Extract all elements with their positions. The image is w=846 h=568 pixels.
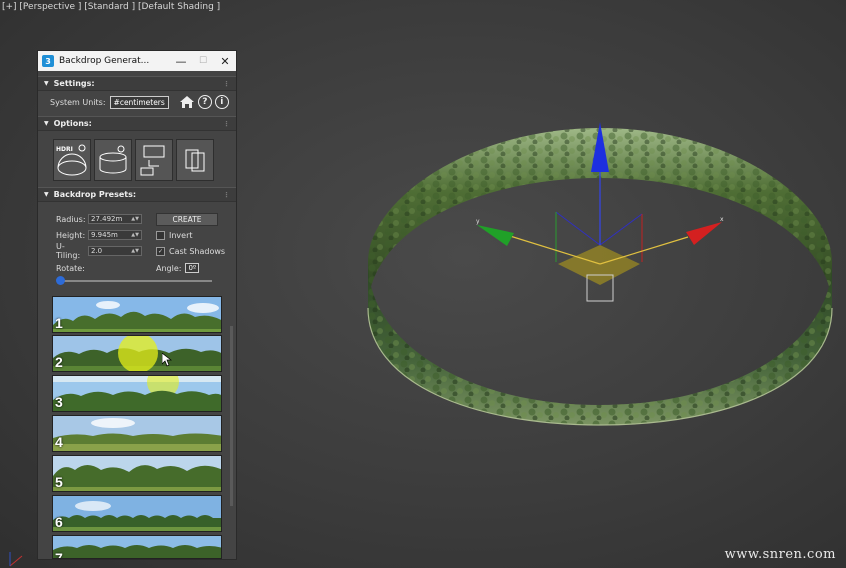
title-bar[interactable]: 3 Backdrop Generat... — ☐ ✕ [38, 51, 236, 71]
height-label: Height: [56, 230, 86, 240]
window-title: Backdrop Generat... [59, 56, 150, 66]
y-axis-label: y [476, 218, 480, 225]
backdrop-presets-header[interactable]: ▼ Backdrop Presets: ⋮ [38, 187, 236, 202]
presets-scrollbar[interactable] [230, 326, 233, 506]
height-value: 9.945m [91, 231, 118, 239]
radius-value: 27.492m [91, 215, 123, 223]
settings-title: Settings: [53, 79, 95, 88]
mouse-cursor-icon [162, 353, 172, 367]
utiling-label: U-Tiling: [56, 242, 81, 260]
grip-icon: ⋮ [223, 79, 230, 88]
spinner-arrows-icon[interactable]: ▲▼ [131, 248, 139, 254]
backdrop-generator-panel: 3 Backdrop Generat... — ☐ ✕ ▼ Settings: … [37, 50, 237, 560]
settings-header[interactable]: ▼ Settings: ⋮ [38, 76, 236, 91]
image-plane-option-button[interactable] [176, 139, 214, 181]
watermark: www.snren.com [724, 547, 836, 562]
hdri-option-button[interactable]: HDRI [53, 139, 91, 181]
radius-label: Radius: [56, 214, 86, 224]
world-axis-tripod [9, 552, 23, 567]
grip-icon: ⋮ [223, 119, 230, 128]
cast-shadows-checkbox[interactable]: ✓ [156, 246, 165, 256]
close-button[interactable]: ✕ [214, 55, 236, 68]
x-axis-label: x [720, 216, 724, 223]
invert-label: Invert [169, 230, 193, 240]
rotate-slider-knob[interactable] [56, 276, 65, 285]
radius-spinner[interactable]: 27.492m ▲▼ [88, 214, 142, 224]
height-spinner[interactable]: 9.945m ▲▼ [88, 230, 142, 240]
hdri-label: HDRI [56, 146, 73, 153]
utiling-spinner[interactable]: 2.0 ▲▼ [88, 246, 142, 256]
system-units-field[interactable]: #centimeters [109, 95, 169, 109]
rotate-label: Rotate: [56, 263, 85, 273]
help-icon[interactable]: ? [197, 95, 212, 109]
options-header[interactable]: ▼ Options: ⋮ [38, 116, 236, 131]
collapse-triangle-icon: ▼ [44, 120, 49, 127]
cast-shadows-label: Cast Shadows [169, 246, 226, 256]
spinner-arrows-icon[interactable]: ▲▼ [131, 216, 139, 222]
utiling-value: 2.0 [91, 247, 103, 255]
home-icon[interactable] [179, 95, 195, 109]
grip-icon: ⋮ [223, 190, 230, 199]
options-title: Options: [53, 119, 92, 128]
create-button[interactable]: CREATE [156, 212, 218, 226]
angle-field[interactable]: 0º [185, 263, 200, 273]
app-icon: 3 [42, 55, 54, 67]
collapse-triangle-icon: ▼ [44, 80, 49, 87]
spinner-arrows-icon[interactable]: ▲▼ [131, 232, 139, 238]
rotate-slider-track[interactable] [57, 280, 212, 282]
backdrop-presets-title: Backdrop Presets: [53, 190, 137, 199]
cylinder-backdrop-option-button[interactable] [94, 139, 132, 181]
invert-checkbox[interactable] [156, 230, 165, 240]
export-backdrop-option-button[interactable] [135, 139, 173, 181]
collapse-triangle-icon: ▼ [44, 191, 49, 198]
system-units-label: System Units: [50, 97, 106, 107]
info-icon[interactable]: i [214, 95, 229, 109]
angle-label: Angle: [156, 263, 182, 273]
viewport-label[interactable]: [+] [Perspective ] [Standard ] [Default … [2, 2, 220, 12]
minimize-button[interactable]: — [170, 55, 192, 68]
maximize-button[interactable]: ☐ [192, 56, 214, 66]
